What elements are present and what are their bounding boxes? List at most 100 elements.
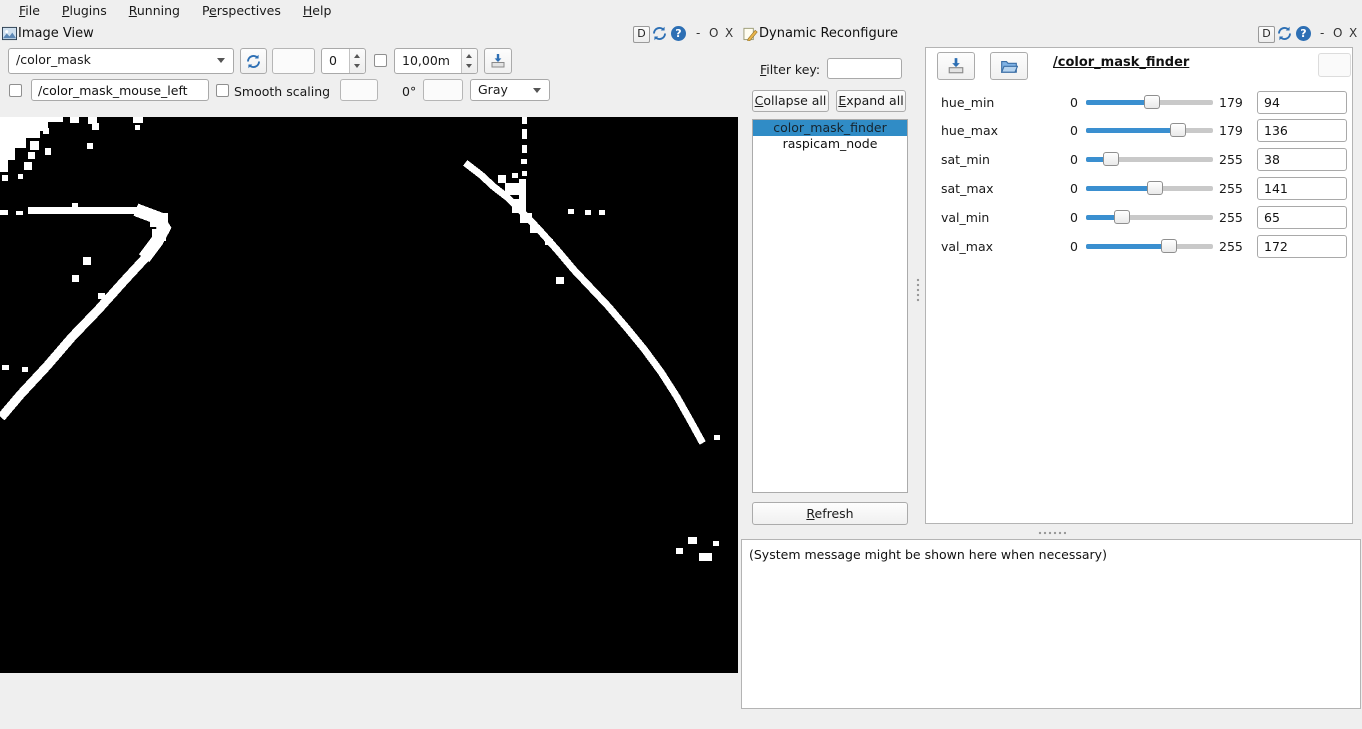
node-title: /color_mask_finder — [1053, 55, 1189, 70]
help-glyph: ? — [1300, 27, 1306, 40]
dynamic-reconfigure-icon — [743, 26, 758, 41]
rotate-box-right[interactable] — [423, 79, 463, 101]
help-icon[interactable]: ? — [671, 26, 686, 41]
node-list-item[interactable]: raspicam_node — [753, 136, 907, 152]
image-view-icon — [2, 26, 17, 41]
param-value-input[interactable] — [1257, 119, 1347, 142]
range-checkbox[interactable] — [374, 54, 387, 67]
slider-handle[interactable] — [1147, 181, 1163, 195]
mouse-publish-checkbox[interactable] — [9, 84, 22, 97]
node-list-item[interactable]: color_mask_finder — [753, 120, 907, 136]
slider-handle[interactable] — [1114, 210, 1130, 224]
save-image-button[interactable] — [484, 48, 512, 74]
param-slider[interactable] — [1086, 215, 1213, 220]
param-max-label: 255 — [1219, 239, 1243, 254]
reload-plugin-icon[interactable] — [651, 25, 668, 42]
color-scheme-value: Gray — [478, 82, 508, 97]
color-scheme-dropdown[interactable]: Gray — [470, 79, 550, 101]
menu-plugins[interactable]: Plugins — [51, 1, 118, 21]
load-config-button[interactable] — [990, 52, 1028, 80]
param-name-label: hue_max — [941, 123, 998, 138]
minimize-button[interactable]: - — [1320, 26, 1324, 40]
menu-help[interactable]: Help — [292, 1, 343, 21]
maximize-button[interactable]: O — [709, 26, 718, 40]
minimize-button[interactable]: - — [696, 26, 700, 40]
max-range-value: 10,00m — [402, 53, 450, 68]
topic-dropdown-value: /color_mask — [16, 52, 91, 67]
arrow-up-icon[interactable] — [466, 54, 472, 58]
save-config-icon — [947, 57, 965, 75]
image-canvas[interactable] — [0, 117, 738, 673]
node-list[interactable]: color_mask_finderraspicam_node — [752, 119, 908, 493]
chevron-down-icon — [217, 58, 225, 63]
close-button[interactable]: X — [725, 26, 733, 40]
param-slider[interactable] — [1086, 157, 1213, 162]
help-glyph: ? — [675, 27, 681, 40]
max-range-spinbox[interactable]: 10,00m — [394, 48, 478, 74]
slider-handle[interactable] — [1161, 239, 1177, 253]
menu-running[interactable]: Running — [118, 1, 191, 21]
refresh-nodes-button[interactable]: Refresh — [752, 502, 908, 525]
slider-handle[interactable] — [1144, 95, 1160, 109]
param-slider[interactable] — [1086, 244, 1213, 249]
zoom-spinbox[interactable]: 0 — [321, 48, 366, 74]
param-slider[interactable] — [1086, 100, 1213, 105]
dock-undock-button[interactable]: D — [1258, 26, 1275, 43]
slider-fill — [1086, 244, 1169, 249]
param-row: val_min 0 255 — [926, 206, 1354, 229]
param-slider[interactable] — [1086, 186, 1213, 191]
arrow-down-icon[interactable] — [466, 64, 472, 68]
param-value-input[interactable] — [1257, 148, 1347, 171]
spin-arrows[interactable] — [461, 49, 477, 73]
param-row: hue_min 0 179 — [926, 91, 1354, 114]
param-min-label: 0 — [1056, 123, 1078, 138]
param-row: hue_max 0 179 — [926, 119, 1354, 142]
smooth-scaling-checkbox[interactable] — [216, 84, 229, 97]
system-message-text: (System message might be shown here when… — [749, 547, 1107, 562]
param-max-label: 255 — [1219, 152, 1243, 167]
slider-handle[interactable] — [1170, 123, 1186, 137]
slider-handle[interactable] — [1103, 152, 1119, 166]
rotate-box-left[interactable] — [340, 79, 378, 101]
refresh-topics-button[interactable] — [240, 48, 267, 74]
topic-dropdown[interactable]: /color_mask — [8, 48, 234, 74]
image-view-title: Image View — [18, 26, 94, 41]
spin-arrows[interactable] — [349, 49, 365, 73]
slider-fill — [1086, 128, 1178, 133]
close-button[interactable]: X — [1349, 26, 1357, 40]
arrow-up-icon[interactable] — [354, 54, 360, 58]
reload-plugin-icon[interactable] — [1276, 25, 1293, 42]
collapse-all-button[interactable]: Collapse all — [752, 90, 829, 112]
save-config-button[interactable] — [937, 52, 975, 80]
param-slider[interactable] — [1086, 128, 1213, 133]
open-folder-icon — [1000, 57, 1018, 75]
mouse-topic-field[interactable] — [31, 79, 209, 101]
rqt-window: File Plugins Running Perspectives Help I… — [0, 0, 1362, 729]
help-icon[interactable]: ? — [1296, 26, 1311, 41]
chevron-down-icon — [533, 88, 541, 93]
menu-bar: File Plugins Running Perspectives Help — [0, 0, 1362, 21]
param-row: val_max 0 255 — [926, 235, 1354, 258]
splitter-handle-vertical[interactable] — [916, 278, 920, 302]
maximize-button[interactable]: O — [1333, 26, 1342, 40]
frame-box[interactable] — [272, 48, 315, 74]
menu-perspectives[interactable]: Perspectives — [191, 1, 292, 21]
param-value-input[interactable] — [1257, 177, 1347, 200]
zoom-value: 0 — [329, 53, 337, 68]
menu-file[interactable]: File — [8, 1, 51, 21]
system-message-area[interactable]: (System message might be shown here when… — [741, 539, 1361, 709]
dock-undock-button[interactable]: D — [633, 26, 650, 43]
param-max-label: 179 — [1219, 95, 1243, 110]
expand-all-button[interactable]: Expand all — [836, 90, 906, 112]
param-min-label: 0 — [1056, 181, 1078, 196]
rotate-label: 0° — [402, 84, 416, 99]
param-value-input[interactable] — [1257, 91, 1347, 114]
param-name-label: val_min — [941, 210, 989, 225]
param-name-label: sat_max — [941, 181, 994, 196]
splitter-handle-horizontal[interactable] — [1038, 531, 1066, 535]
param-min-label: 0 — [1056, 95, 1078, 110]
param-value-input[interactable] — [1257, 235, 1347, 258]
param-value-input[interactable] — [1257, 206, 1347, 229]
filter-key-input[interactable] — [827, 58, 902, 79]
arrow-down-icon[interactable] — [354, 64, 360, 68]
